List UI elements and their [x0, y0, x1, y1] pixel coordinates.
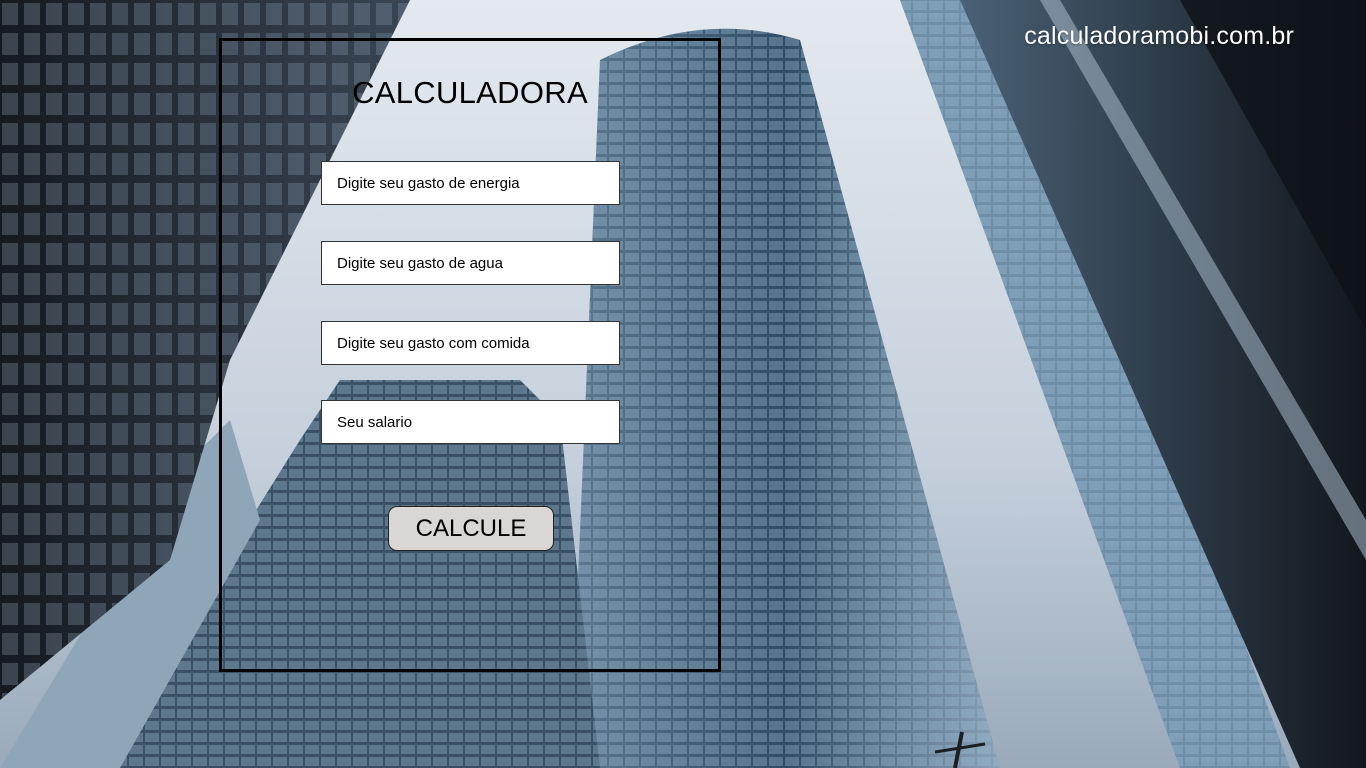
- food-expense-input[interactable]: [321, 321, 620, 365]
- calculate-button[interactable]: CALCULE: [388, 506, 554, 551]
- site-url: calculadoramobi.com.br: [1024, 22, 1294, 50]
- page: calculadoramobi.com.br CALCULADORA CALCU…: [0, 0, 1366, 768]
- calculator-panel: CALCULADORA CALCULE: [219, 38, 721, 672]
- calculator-title: CALCULADORA: [352, 75, 588, 110]
- salary-input[interactable]: [321, 400, 620, 444]
- water-expense-input[interactable]: [321, 241, 620, 285]
- energy-expense-input[interactable]: [321, 161, 620, 205]
